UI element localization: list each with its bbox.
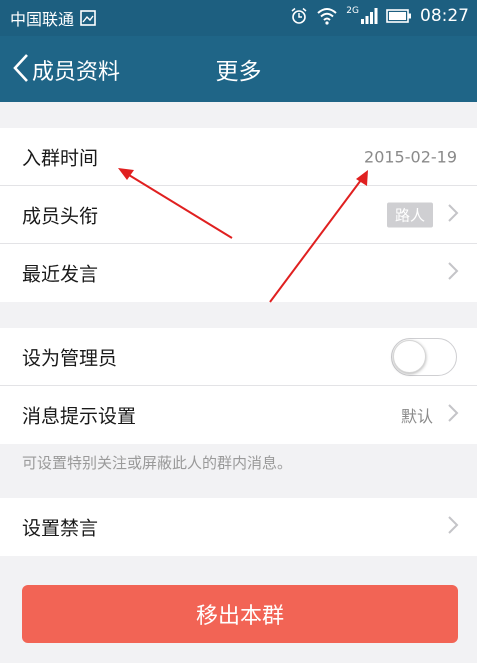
info-group: 入群时间 2015-02-19 成员头衔 路人 最近发言 (0, 128, 477, 302)
set-admin-row: 设为管理员 (0, 328, 477, 386)
notification-settings-row[interactable]: 消息提示设置 默认 (0, 386, 477, 444)
page-title: 更多 (215, 59, 262, 85)
mute-group: 设置禁言 (0, 498, 477, 556)
chevron-right-icon (447, 515, 459, 539)
join-time-row: 入群时间 2015-02-19 (0, 128, 477, 186)
member-title-row[interactable]: 成员头衔 路人 (0, 186, 477, 244)
carrier-name: 中国联通 (10, 10, 75, 29)
set-admin-toggle[interactable] (391, 337, 457, 376)
wifi-icon (316, 7, 338, 25)
notification-settings-value: 默认 (400, 407, 433, 426)
toggle-knob (393, 339, 426, 373)
nav-bar: 成员资料 更多 (0, 36, 477, 102)
chevron-right-icon (447, 203, 459, 227)
member-title-label: 成员头衔 (22, 205, 99, 227)
recent-posts-label: 最近发言 (22, 263, 99, 286)
status-icons: 2G 08:27 (290, 6, 469, 26)
remove-from-group-button[interactable]: 移出本群 (22, 585, 458, 643)
admin-group: 设为管理员 消息提示设置 默认 (0, 328, 477, 444)
chevron-right-icon (447, 403, 459, 427)
battery-icon (386, 8, 412, 24)
notification-settings-label: 消息提示设置 (22, 405, 137, 428)
carrier: 中国联通 (10, 6, 96, 30)
status-bar: 中国联通 2G 08:27 (0, 0, 477, 36)
join-time-label: 入群时间 (22, 147, 99, 169)
signal-icon: 2G (346, 7, 378, 25)
mute-label: 设置禁言 (22, 517, 99, 540)
notification-hint: 可设置特别关注或屏蔽此人的群内消息。 (22, 454, 293, 472)
set-admin-label: 设为管理员 (22, 347, 118, 369)
alarm-icon (290, 7, 308, 25)
recent-posts-row[interactable]: 最近发言 (0, 244, 477, 302)
join-time-value: 2015-02-19 (364, 147, 457, 166)
clock: 08:27 (420, 6, 469, 26)
member-title-badge: 路人 (386, 202, 433, 227)
chevron-right-icon (447, 261, 459, 285)
network-type: 2G (346, 6, 359, 16)
mute-row[interactable]: 设置禁言 (0, 498, 477, 556)
image-notification-icon (80, 10, 96, 26)
